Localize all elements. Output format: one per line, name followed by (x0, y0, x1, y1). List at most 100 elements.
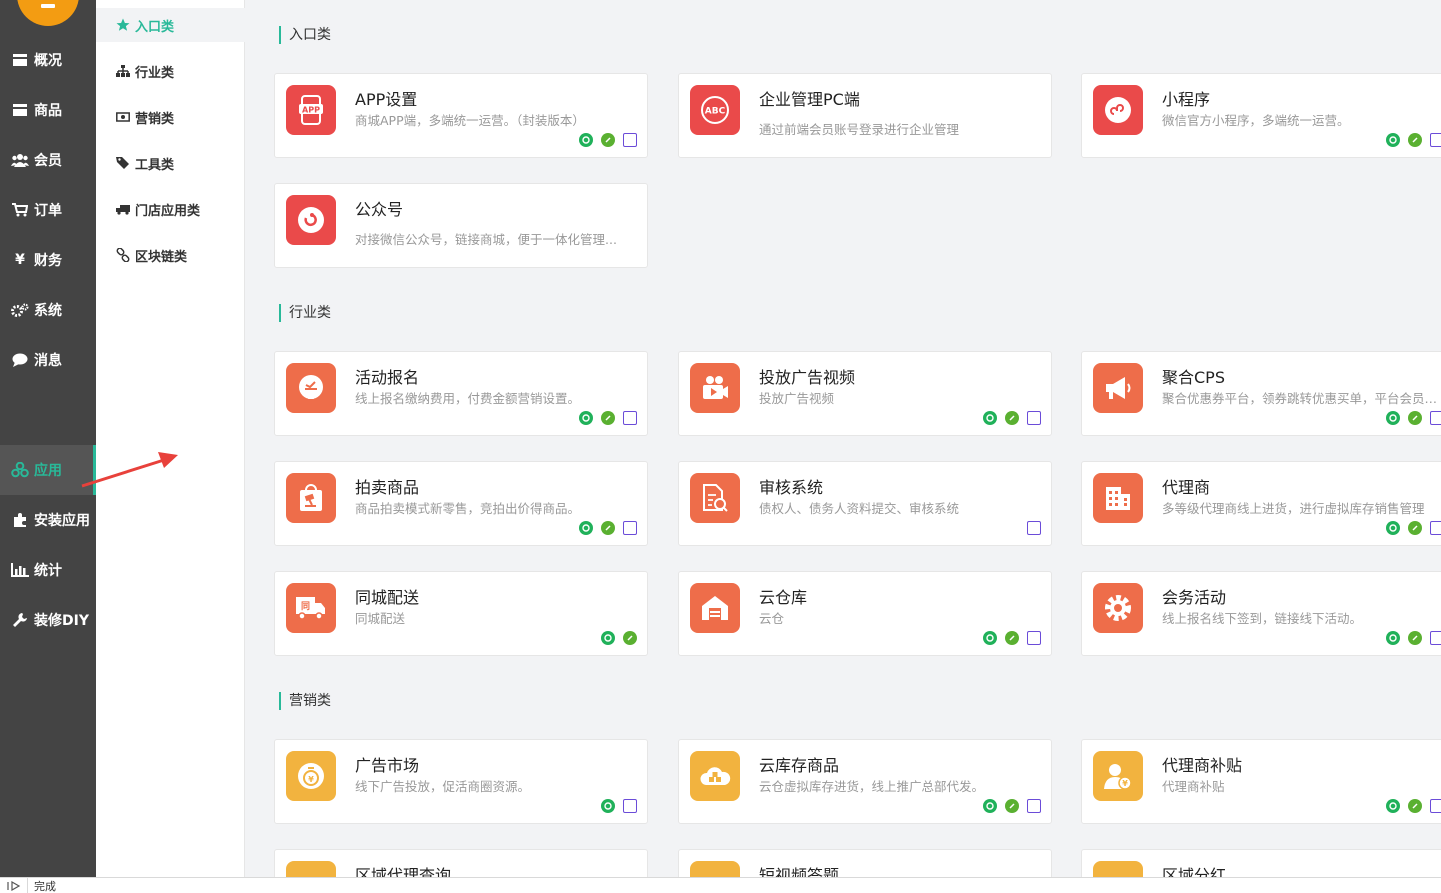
section-title-industry: 行业类 (279, 304, 331, 322)
wap-icon (1027, 799, 1041, 813)
app-card-conference[interactable]: 会务活动 线上报名线下签到，链接线下活动。 (1081, 571, 1441, 656)
sidebar-item-system[interactable]: 系统 (0, 285, 96, 335)
sidebar-item-statistics[interactable]: 统计 (0, 545, 96, 595)
category-blockchain[interactable]: 区块链类 (96, 238, 245, 272)
sidebar-item-goods[interactable]: 商品 (0, 85, 96, 135)
wap-icon (1430, 799, 1441, 813)
card-desc: 线下广告投放，促活商圈资源。 (355, 779, 531, 794)
app-card-miniprogram[interactable]: 小程序 微信官方小程序，多端统一运营。 (1081, 73, 1441, 158)
card-desc: 聚合优惠券平台，领券跳转优惠买单，平台会员返佣金 (1162, 391, 1441, 406)
chat-icon (11, 351, 29, 369)
miniprogram-icon (1093, 85, 1143, 135)
svg-text:¥: ¥ (1122, 779, 1128, 788)
category-store-apps[interactable]: 门店应用类 (96, 192, 245, 226)
category-tools[interactable]: 工具类 (96, 146, 245, 180)
wap-icon (623, 521, 637, 535)
puzzle-icon (11, 511, 29, 529)
category-marketing[interactable]: 营销类 (96, 100, 245, 134)
card-icon (11, 51, 29, 69)
sidebar-item-members[interactable]: 会员 (0, 135, 96, 185)
sidebar-item-messages[interactable]: 消息 (0, 335, 96, 385)
money-bag-icon: ¥ (286, 751, 336, 801)
app-card-auction[interactable]: 拍卖商品 商品拍卖模式新零售，竞拍出价得商品。 (274, 461, 648, 546)
signup-icon (286, 363, 336, 413)
category-label: 营销类 (135, 111, 175, 127)
user-yen-icon: ¥ (1093, 751, 1143, 801)
card-title: 广告市场 (355, 756, 420, 775)
cubes-icon (11, 461, 29, 479)
app-card-audit-system[interactable]: 审核系统 债权人、债务人资料提交、审核系统 (678, 461, 1052, 546)
page-status-icon (0, 877, 28, 893)
miniprogram-badge-icon (601, 411, 615, 425)
app-card-enterprise-pc[interactable]: ABC 企业管理PC端 通过前端会员账号登录进行企业管理 (678, 73, 1052, 158)
wechat-icon (983, 631, 997, 645)
card-desc: 投放广告视频 (759, 391, 835, 406)
sidebar-item-label: 消息 (34, 353, 62, 369)
miniprogram-badge-icon (601, 521, 615, 535)
miniprogram-badge-icon (1005, 411, 1019, 425)
svg-text:¥: ¥ (308, 775, 314, 784)
money-icon (116, 110, 130, 124)
sidebar-item-finance[interactable]: ¥ 财务 (0, 235, 96, 285)
wap-icon (623, 799, 637, 813)
tags-icon (116, 156, 130, 170)
wrench-icon (11, 611, 29, 629)
wap-icon (1430, 521, 1441, 535)
sidebar-item-label: 统计 (34, 563, 62, 579)
yen-icon: ¥ (15, 252, 25, 268)
wap-icon (1027, 521, 1041, 535)
app-card-agent[interactable]: 代理商 多等级代理商线上进货，进行虚拟库存销售管理 (1081, 461, 1441, 546)
abc-icon: ABC (690, 85, 740, 135)
box-icon (11, 101, 29, 119)
card-desc: 通过前端会员账号登录进行企业管理 (759, 122, 960, 137)
app-card-cloud-stock-goods[interactable]: 云库存商品 云仓虚拟库存进货，线上推广总部代发。 (678, 739, 1052, 824)
wap-icon (1430, 133, 1441, 147)
card-desc: 云仓 (759, 611, 785, 626)
card-title: 活动报名 (355, 368, 420, 387)
category-entry[interactable]: 入口类 (96, 8, 245, 42)
app-card-agent-subsidy[interactable]: ¥ 代理商补贴 代理商补贴 (1081, 739, 1441, 824)
section-title-entry: 入口类 (279, 26, 331, 44)
app-card-cps[interactable]: 聚合CPS 聚合优惠券平台，领券跳转优惠买单，平台会员返佣金 (1081, 351, 1441, 436)
card-title: 投放广告视频 (759, 368, 856, 387)
delivery-truck-icon: 同 (286, 583, 336, 633)
wechat-icon (1386, 631, 1400, 645)
svg-text:ABC: ABC (705, 107, 726, 117)
app-card-region-dividend[interactable]: 区域分红 (1081, 849, 1441, 877)
status-bar: 完成 (0, 877, 1441, 893)
app-card-event-signup[interactable]: 活动报名 线上报名缴纳费用，付费金额营销设置。 (274, 351, 648, 436)
card-title: 云库存商品 (759, 756, 840, 775)
sidebar-item-install-apps[interactable]: 安装应用 (0, 495, 96, 545)
app-card-app-settings[interactable]: APP APP设置 商城APP端，多端统一运营。（封装版本） (274, 73, 648, 158)
card-title: 审核系统 (759, 478, 824, 497)
card-desc: 对接微信公众号，链接商城，便于一体化管理... (355, 232, 617, 247)
category-industry[interactable]: 行业类 (96, 54, 245, 88)
miniprogram-badge-icon (1408, 521, 1422, 535)
sidebar-item-decoration-diy[interactable]: 装修DIY (0, 595, 96, 645)
app-card-ad-video[interactable]: 投放广告视频 投放广告视频 (678, 351, 1052, 436)
miniprogram-badge-icon (1408, 411, 1422, 425)
app-card-ad-market[interactable]: ¥ 广告市场 线下广告投放，促活商圈资源。 (274, 739, 648, 824)
sidebar-item-orders[interactable]: 订单 (0, 185, 96, 235)
wap-icon (1430, 631, 1441, 645)
svg-text:同: 同 (301, 601, 310, 612)
status-text: 完成 (34, 879, 56, 893)
sidebar-item-label: 应用 (34, 463, 62, 479)
miniprogram-badge-icon (1005, 631, 1019, 645)
app-card-local-delivery[interactable]: 同 同城配送 同城配送 (274, 571, 648, 656)
card-desc: 线上报名缴纳费用，付费金额营销设置。 (355, 391, 581, 406)
card-title: 同城配送 (355, 588, 420, 607)
miniprogram-badge-icon (1005, 799, 1019, 813)
app-card-region-agent-query[interactable]: 区域代理查询 (274, 849, 648, 877)
annotation-arrow (81, 452, 178, 488)
card-title: 公众号 (355, 200, 404, 219)
app-card-short-video-quiz[interactable]: 短视频答题 (678, 849, 1052, 877)
sidebar-item-overview[interactable]: 概况 (0, 35, 96, 85)
app-card-official-account[interactable]: 公众号 对接微信公众号，链接商城，便于一体化管理... (274, 183, 648, 268)
card-desc: 线上报名线下签到，链接线下活动。 (1162, 611, 1363, 626)
logo (17, 0, 79, 26)
quiz-icon (690, 861, 740, 877)
wap-icon (623, 411, 637, 425)
app-card-cloud-warehouse[interactable]: 云仓库 云仓 (678, 571, 1052, 656)
wechat-icon (1386, 799, 1400, 813)
